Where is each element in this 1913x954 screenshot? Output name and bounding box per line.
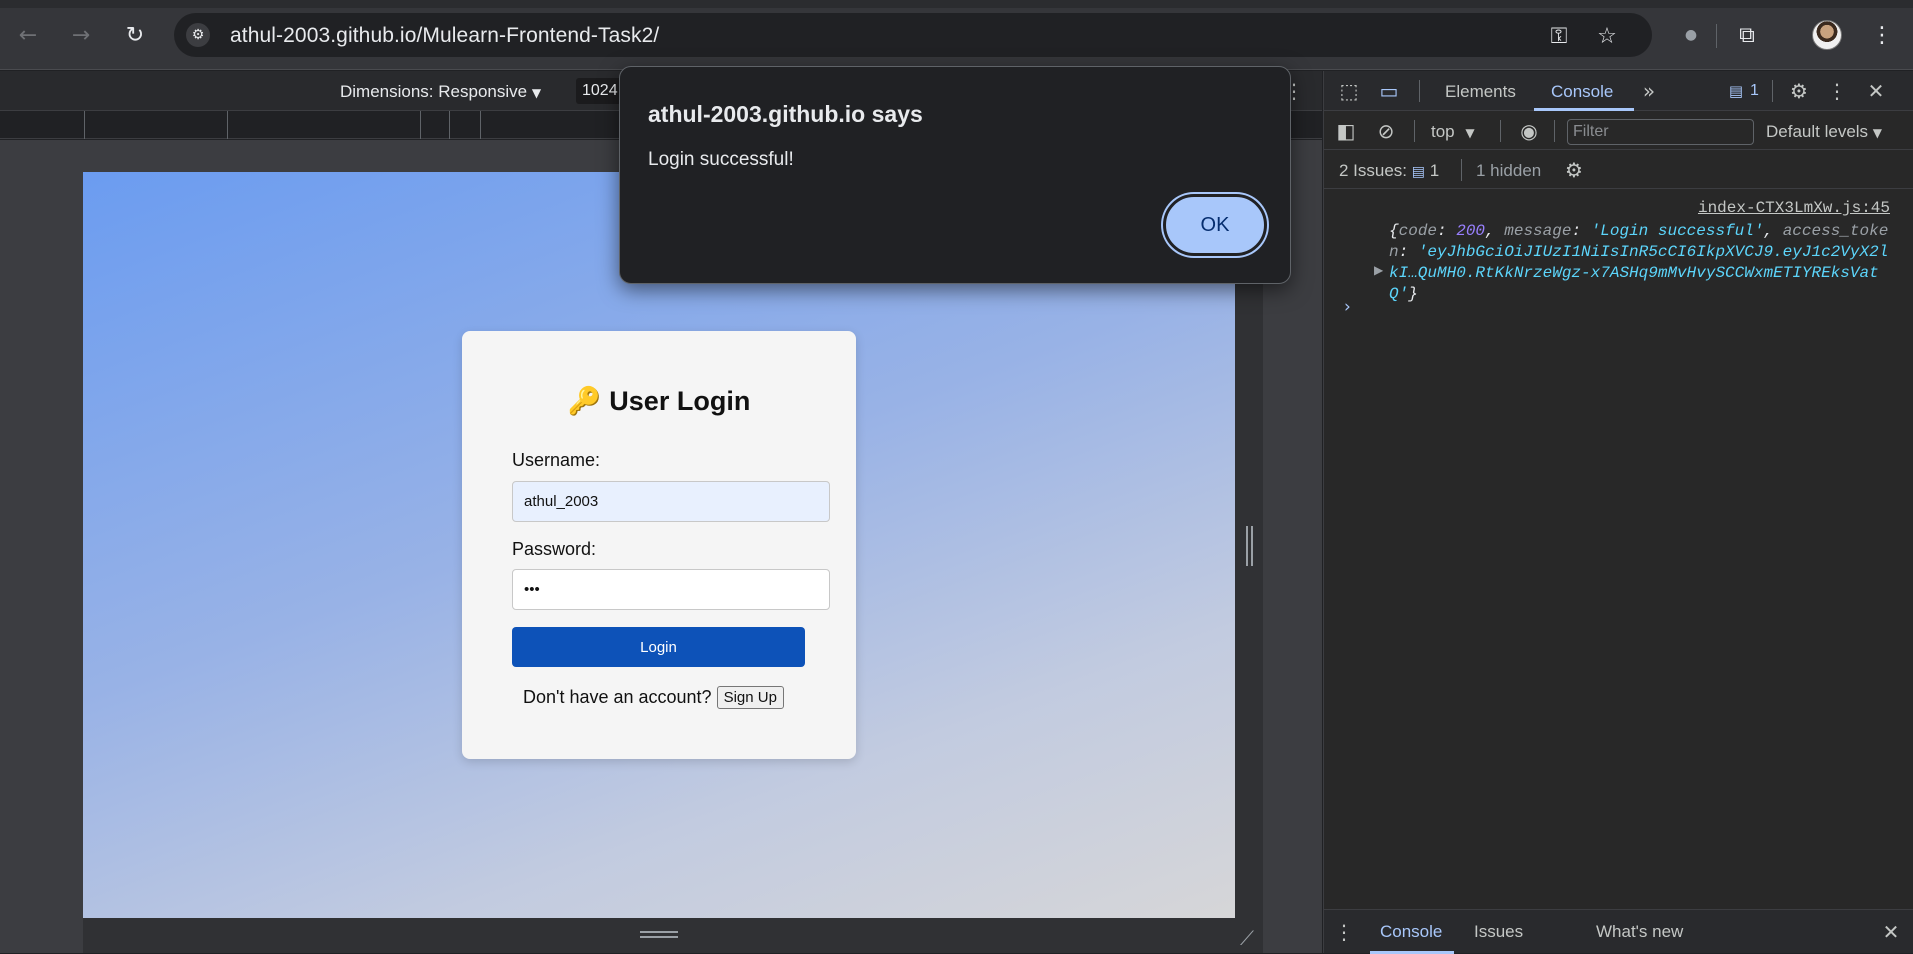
url-host: athul-2003.github.io xyxy=(230,24,417,47)
drawer-tab-issues[interactable]: Issues xyxy=(1474,922,1523,942)
extension-status-icon[interactable]: ● xyxy=(1676,20,1706,50)
signup-prompt: Don't have an account? xyxy=(523,687,712,707)
dimensions-label: Dimensions: Responsive xyxy=(340,82,528,101)
signup-row: Don't have an account? Sign Up xyxy=(523,686,784,709)
url-text[interactable]: athul-2003.github.io/Mulearn-Frontend-Ta… xyxy=(230,24,659,48)
menu-dots-icon[interactable]: ⋮ xyxy=(1867,20,1897,50)
tab-divider xyxy=(1772,80,1773,102)
expand-triangle-icon[interactable]: ▶ xyxy=(1374,263,1383,277)
alert-title: athul-2003.github.io says xyxy=(648,101,923,127)
login-title: 🔑 User Login xyxy=(462,385,856,417)
bookmark-star-icon[interactable]: ☆ xyxy=(1592,21,1622,51)
ruler-segment[interactable] xyxy=(449,111,450,139)
tab-console[interactable]: Console xyxy=(1551,82,1613,102)
signup-button[interactable]: Sign Up xyxy=(716,686,784,709)
settings-gear-icon[interactable]: ⚙ xyxy=(1786,79,1812,103)
alert-dialog: athul-2003.github.io says Login successf… xyxy=(619,66,1291,284)
toolbar-divider xyxy=(1554,120,1555,142)
log-levels-dropdown[interactable]: Default levels ▼ xyxy=(1766,122,1882,142)
issues-bar: 2 Issues: ▤ 1 1 hidden ⚙ xyxy=(1324,151,1913,189)
more-tabs-chevron-icon[interactable]: » xyxy=(1638,79,1660,103)
devtools-menu-icon[interactable]: ⋮ xyxy=(1826,79,1848,103)
console-log-object[interactable]: {code: 200, message: 'Login successful',… xyxy=(1389,221,1889,305)
key-icon: 🔑 xyxy=(567,386,602,417)
right-resize-handle[interactable] xyxy=(1246,526,1253,566)
log-levels-label: Default levels xyxy=(1766,122,1869,141)
tab-elements[interactable]: Elements xyxy=(1445,82,1516,102)
clear-console-icon[interactable]: ⊘ xyxy=(1374,119,1398,143)
device-toggle-icon[interactable]: ▭ xyxy=(1376,79,1402,103)
dropdown-arrow-icon: ▼ xyxy=(531,86,542,100)
username-label: Username: xyxy=(512,450,601,470)
login-button[interactable]: Login xyxy=(512,627,805,667)
close-drawer-icon[interactable]: ✕ xyxy=(1879,920,1903,944)
bottom-resize-handle[interactable] xyxy=(640,931,678,938)
password-label: Password: xyxy=(512,539,597,559)
log-key-code: code xyxy=(1398,222,1438,240)
ruler-segment[interactable] xyxy=(480,111,481,139)
issues-message-icon: ▤ xyxy=(1411,164,1426,180)
address-bar[interactable]: ⚙ athul-2003.github.io/Mulearn-Frontend-… xyxy=(174,13,1652,57)
login-card: 🔑 User Login Username: athul_2003 Passwor… xyxy=(462,331,856,759)
console-filter-input[interactable]: Filter xyxy=(1567,119,1754,145)
close-devtools-icon[interactable]: ✕ xyxy=(1863,79,1889,103)
drawer-tab-whats-new[interactable]: What's new xyxy=(1596,922,1683,942)
back-icon[interactable]: ← xyxy=(13,20,43,50)
tab-divider xyxy=(1419,80,1420,102)
context-label: top xyxy=(1431,122,1455,141)
toolbar-divider xyxy=(1414,120,1415,142)
ruler-segment[interactable] xyxy=(227,111,228,139)
forward-icon[interactable]: → xyxy=(66,20,96,50)
console-toolbar: ◧ ⊘ top ▼ ◉ Filter Default levels ▼ xyxy=(1324,112,1913,150)
active-tab-underline xyxy=(1534,108,1634,111)
alert-message: Login successful! xyxy=(648,149,794,170)
issues-label: 2 Issues: xyxy=(1339,161,1408,180)
log-brace-open: { xyxy=(1389,222,1399,240)
toolbar-divider xyxy=(1500,120,1501,142)
login-title-text: User Login xyxy=(609,386,751,416)
console-prompt-chevron-icon[interactable]: › xyxy=(1344,297,1351,317)
sidebar-toggle-icon[interactable]: ◧ xyxy=(1334,119,1358,143)
toolbar-divider xyxy=(1716,24,1717,48)
browser-toolbar: ← → ↻ ⚙ athul-2003.github.io/Mulearn-Fro… xyxy=(0,0,1913,70)
log-source-link[interactable]: index-CTX3LmXw.js:45 xyxy=(1698,199,1890,217)
issues-settings-gear-icon[interactable]: ⚙ xyxy=(1562,158,1586,182)
password-key-icon[interactable]: ⚿ xyxy=(1544,21,1574,51)
hidden-count: 1 hidden xyxy=(1476,161,1542,180)
live-expression-eye-icon[interactable]: ◉ xyxy=(1514,119,1544,143)
log-value-code: 200 xyxy=(1456,222,1486,240)
issues-message-icon[interactable]: ▤ xyxy=(1727,80,1745,102)
console-output: index-CTX3LmXw.js:45 ▶ {code: 200, messa… xyxy=(1324,190,1913,910)
corner-resize-icon[interactable]: ⟋ xyxy=(1240,926,1254,950)
profile-avatar[interactable] xyxy=(1812,20,1842,50)
log-key-message: message xyxy=(1504,222,1572,240)
log-value-message: 'Login successful' xyxy=(1590,222,1764,240)
dropdown-arrow-icon: ▼ xyxy=(1872,126,1883,140)
issues-badge-count[interactable]: 1 xyxy=(1750,82,1759,100)
log-value-token: 'eyJhbGciOiJIUzI1NiIsInR5cCI6IkpXVCJ9.ey… xyxy=(1389,243,1889,303)
ruler-segment[interactable] xyxy=(420,111,421,139)
dimensions-dropdown[interactable]: Dimensions: Responsive ▼ xyxy=(340,82,541,102)
inspect-element-icon[interactable]: ⬚ xyxy=(1336,79,1362,103)
alert-ok-button[interactable]: OK xyxy=(1163,194,1267,256)
url-path: /Mulearn-Frontend-Task2/ xyxy=(416,24,660,47)
devtools-drawer: ⋮ Console Issues What's new ✕ xyxy=(1324,909,1913,954)
reload-icon[interactable]: ↻ xyxy=(120,20,150,50)
dropdown-arrow-icon: ▼ xyxy=(1465,126,1475,140)
drawer-menu-icon[interactable]: ⋮ xyxy=(1334,920,1354,944)
username-field[interactable]: athul_2003 xyxy=(512,481,830,522)
extension-puzzle-icon[interactable]: ⧉ xyxy=(1732,20,1762,50)
issues-divider xyxy=(1461,159,1462,181)
password-field[interactable]: ••• xyxy=(512,569,830,610)
issues-summary[interactable]: 2 Issues: ▤ 1 xyxy=(1339,161,1439,181)
devtools-panel: ⬚ ▭ Elements Console » ▤ 1 ⚙ ⋮ ✕ ◧ ⊘ top… xyxy=(1323,71,1913,954)
log-brace-close: } xyxy=(1408,285,1418,303)
drawer-tab-console[interactable]: Console xyxy=(1380,922,1442,942)
tab-strip xyxy=(0,0,1913,8)
ruler-segment[interactable] xyxy=(84,111,85,139)
devtools-tabbar: ⬚ ▭ Elements Console » ▤ 1 ⚙ ⋮ ✕ xyxy=(1324,71,1913,111)
issues-count: 1 xyxy=(1429,161,1440,180)
site-info-icon[interactable]: ⚙ xyxy=(186,23,210,47)
context-selector[interactable]: top ▼ xyxy=(1431,122,1475,142)
